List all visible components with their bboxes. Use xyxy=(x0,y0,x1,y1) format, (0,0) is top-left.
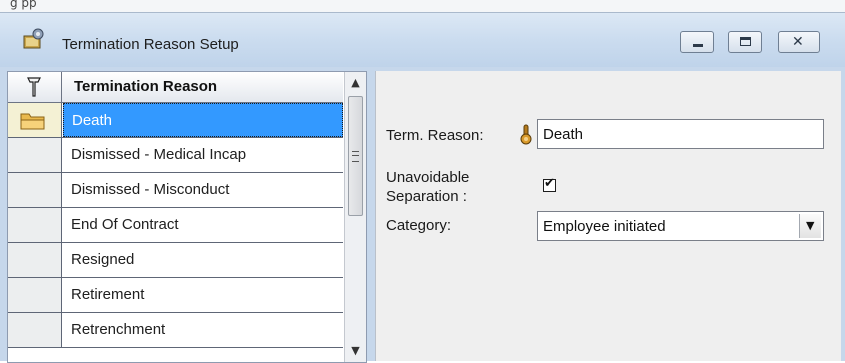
category-label: Category: xyxy=(386,217,452,234)
window-title: Termination Reason Setup xyxy=(62,36,239,53)
grid-vertical-scrollbar[interactable]: ▲ ▼ xyxy=(344,72,366,362)
row-indicator xyxy=(8,278,62,312)
background-strip-text: g pp xyxy=(10,0,37,10)
grid-row[interactable]: End Of Contract xyxy=(8,208,343,243)
term-reason-input[interactable]: Death xyxy=(537,119,824,149)
termination-reason-setup-window: Termination Reason Setup ✕ Termination R… xyxy=(0,12,845,363)
category-select[interactable]: Employee initiated ▼ xyxy=(537,211,824,241)
detail-form: Term. Reason: Death Unavoidable Separati… xyxy=(375,71,841,361)
term-reason-value: Death xyxy=(543,126,584,143)
row-indicator xyxy=(8,138,62,172)
scrollbar-thumb[interactable] xyxy=(348,96,363,216)
grid-cell-text: Retirement xyxy=(71,286,145,303)
folder-icon xyxy=(20,113,45,130)
chevron-down-icon: ▼ xyxy=(806,219,815,232)
grid-row[interactable]: Retirement xyxy=(8,278,343,313)
minimize-button[interactable] xyxy=(680,31,714,53)
category-value: Employee initiated xyxy=(543,218,666,235)
grid-row[interactable]: Death xyxy=(8,103,343,138)
row-indicator xyxy=(8,243,62,277)
grid-cell-text: Retrenchment xyxy=(71,321,166,338)
checkmark-icon: ✔ xyxy=(544,176,555,191)
unavoidable-separation-checkbox[interactable]: ✔ xyxy=(543,176,556,192)
grid-cell[interactable]: Resigned xyxy=(63,243,343,277)
unavoidable-separation-label-line2: Separation : xyxy=(386,188,467,205)
grid-cell-text: Dismissed - Misconduct xyxy=(71,181,230,198)
grid-cell-text: Death xyxy=(72,112,113,129)
background-window-strip: g pp xyxy=(0,0,845,12)
grid-cell-text: End Of Contract xyxy=(71,216,179,233)
grid-row[interactable]: Resigned xyxy=(8,243,343,278)
tool-icon xyxy=(27,77,41,97)
grid-cell[interactable]: Dismissed - Medical Incap xyxy=(63,138,343,172)
row-indicator xyxy=(8,208,62,242)
grid-cell[interactable]: Retirement xyxy=(63,278,343,312)
setup-gear-icon xyxy=(22,27,46,49)
scroll-down-arrow-icon[interactable]: ▼ xyxy=(345,340,366,362)
termination-reason-grid: Termination Reason Death Dismissed - Med… xyxy=(7,71,367,363)
category-dropdown-button[interactable]: ▼ xyxy=(799,214,821,238)
grid-row[interactable]: Retrenchment xyxy=(8,313,343,348)
grid-rows: Death Dismissed - Medical Incap Dismisse… xyxy=(8,103,343,348)
grid-header-title[interactable]: Termination Reason xyxy=(74,78,217,95)
scroll-up-arrow-icon[interactable]: ▲ xyxy=(345,72,366,94)
grid-cell[interactable]: End Of Contract xyxy=(63,208,343,242)
grid-cell-text: Resigned xyxy=(71,251,135,268)
grid-cell[interactable]: Death xyxy=(63,103,343,137)
grid-row[interactable]: Dismissed - Medical Incap xyxy=(8,138,343,173)
minimize-icon xyxy=(693,44,703,47)
grid-cell[interactable]: Dismissed - Misconduct xyxy=(63,173,343,207)
grid-cell[interactable]: Retrenchment xyxy=(63,313,343,347)
row-indicator xyxy=(8,103,62,137)
unavoidable-separation-label: Unavoidable xyxy=(386,169,470,186)
row-indicator xyxy=(8,173,62,207)
title-bar[interactable]: Termination Reason Setup ✕ xyxy=(0,13,845,67)
close-icon: ✕ xyxy=(792,34,804,50)
grid-cell-text: Dismissed - Medical Incap xyxy=(71,146,247,163)
grid-header: Termination Reason xyxy=(8,72,343,103)
term-reason-label: Term. Reason: xyxy=(386,127,484,144)
maximize-button[interactable] xyxy=(728,31,762,53)
row-indicator xyxy=(8,313,62,347)
maximize-icon xyxy=(740,37,751,46)
grid-header-icon-cell[interactable] xyxy=(8,72,62,102)
grid-row[interactable]: Dismissed - Misconduct xyxy=(8,173,343,208)
close-button[interactable]: ✕ xyxy=(778,31,820,53)
key-icon xyxy=(519,123,533,149)
scrollbar-grip-icon xyxy=(352,151,359,162)
